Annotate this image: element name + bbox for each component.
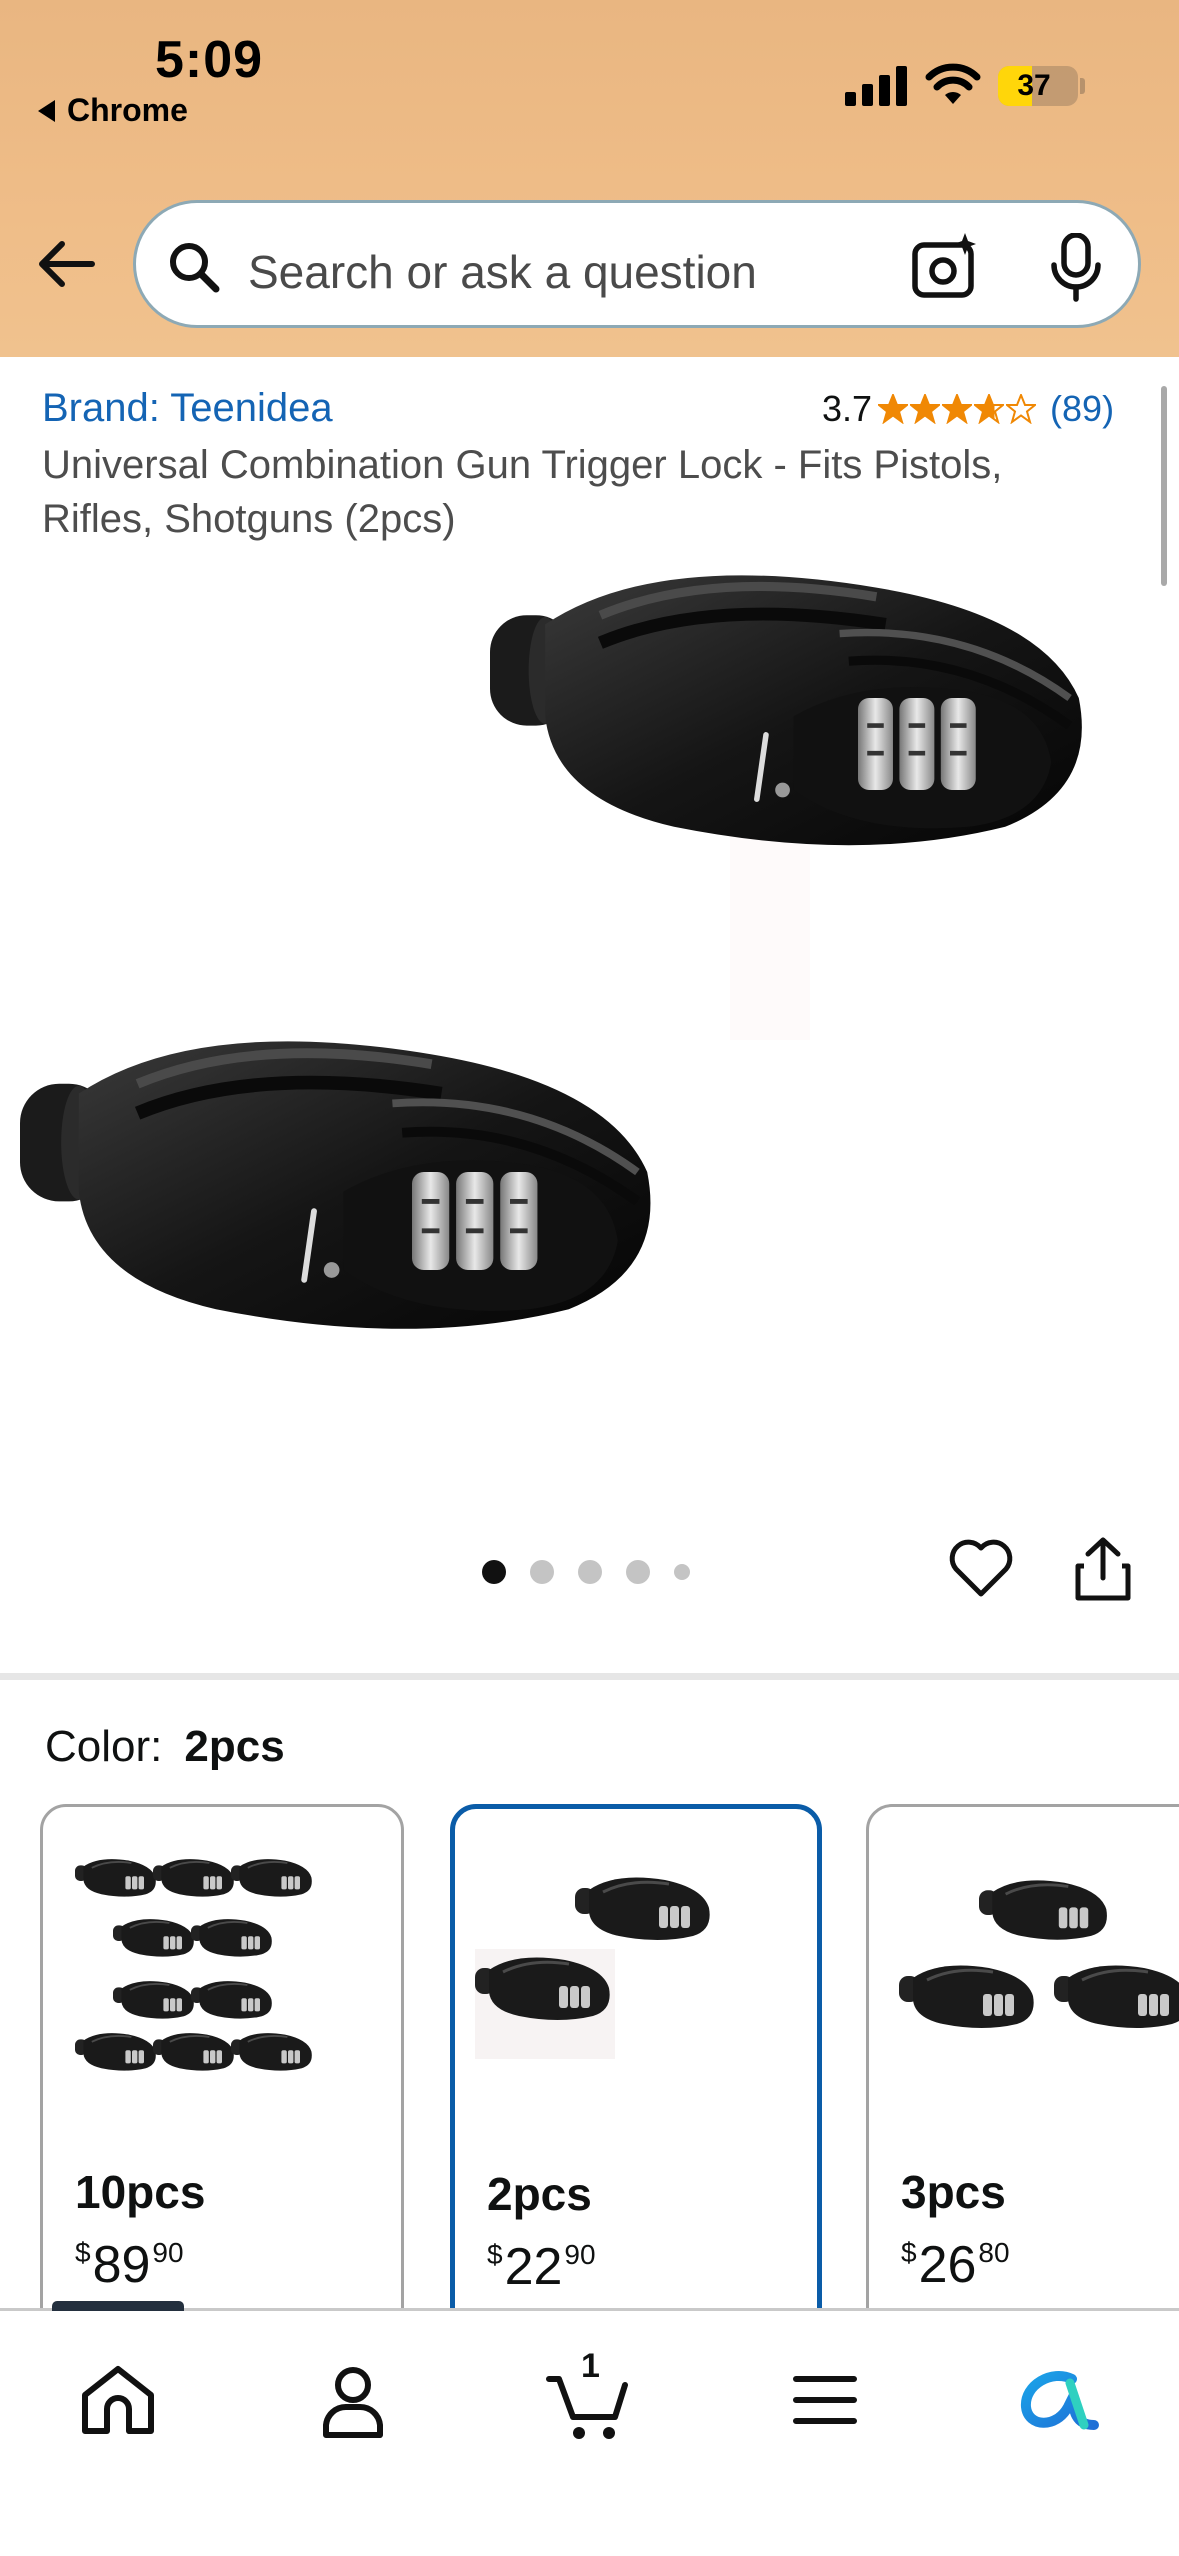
search-bar[interactable]: Search or ask a question [133,200,1141,328]
carousel-dot[interactable] [626,1560,650,1584]
cart-count: 1 [581,2347,600,2385]
lock-thumbnail [575,1877,710,1940]
variant-image [899,1880,1179,2028]
home-icon[interactable] [73,2355,163,2445]
price-currency: $ [75,2237,91,2268]
price-dollars: 89 [92,2236,151,2294]
variant-option-2pcs[interactable]: 2pcs $2290 [450,1804,822,2364]
back-to-app-link[interactable]: Chrome [38,92,188,129]
back-triangle-icon [38,100,55,122]
color-label-text: Color: [45,1722,163,1771]
price-currency: $ [901,2237,917,2268]
star-icon [942,394,973,424]
variant-price: $2290 [487,2237,596,2297]
price-currency: $ [487,2239,503,2270]
star-icon [1006,394,1037,424]
variant-name: 3pcs [901,2166,1006,2218]
lock-thumbnail [75,1859,156,1897]
carousel-dot[interactable] [530,1560,554,1584]
section-divider [0,1673,1179,1680]
lock-thumbnail [113,1919,194,1957]
color-selector-label: Color: 2pcs [45,1722,285,1772]
variant-option-3pcs[interactable]: 3pcs $2680 [866,1804,1179,2364]
variant-name: 2pcs [487,2168,592,2220]
price-dollars: 26 [918,2236,977,2294]
lock-thumbnail [153,1859,234,1897]
lock-thumbnail [231,2033,312,2071]
product-title: Universal Combination Gun Trigger Lock -… [42,443,1003,541]
variant-option-10pcs[interactable]: 10pcs $8990 [40,1804,404,2364]
back-arrow-icon[interactable] [34,232,98,296]
carousel-dot[interactable] [674,1564,690,1580]
variant-image [75,1859,312,2071]
cart-button[interactable]: 1 [545,2347,635,2445]
star-icon [974,394,1005,424]
active-tab-indicator [52,2301,184,2311]
star-icon [878,394,909,424]
bottom-navigation: 1 [0,2301,1179,2556]
lock-thumbnail [899,1965,1034,2028]
menu-icon[interactable] [780,2355,870,2445]
variant-price: $2680 [901,2235,1010,2295]
rating-value: 3.7 [822,388,873,429]
lock-thumbnail [153,2033,234,2071]
lock-thumbnail [191,1981,272,2019]
app-header: 5:09 Chrome 37 Search or ask a question [0,0,1179,357]
rating-count-link[interactable]: (89) [1050,388,1114,430]
product-rating[interactable]: 3.7 (89) [822,386,1114,432]
battery-indicator: 37 [998,66,1078,106]
star-rating [878,394,1038,424]
lock-thumbnail [979,1880,1107,1940]
back-app-label: Chrome [67,92,188,128]
cellular-signal-icon [845,66,907,106]
variant-price: $8990 [75,2235,184,2295]
variant-name: 10pcs [75,2166,206,2218]
lock-thumbnail [113,1981,194,2019]
price-dollars: 22 [504,2238,563,2296]
carousel-dot[interactable] [482,1560,506,1584]
brand-link[interactable]: Brand: Teenidea [42,386,333,431]
image-carousel-dots[interactable] [482,1560,714,1584]
search-icon [170,243,220,293]
battery-cap [1080,78,1085,94]
price-cents: 90 [564,2239,596,2270]
wifi-icon [925,63,981,104]
product-image[interactable] [0,555,1179,1490]
selected-color: 2pcs [184,1722,285,1771]
search-input[interactable]: Search or ask a question [248,245,757,299]
battery-percent: 37 [1017,69,1051,102]
lock-thumbnail [191,1919,272,1957]
microphone-icon[interactable] [1048,233,1104,303]
account-icon[interactable] [308,2355,398,2445]
price-cents: 80 [978,2237,1010,2268]
lock-thumbnail [1054,1965,1179,2028]
share-icon[interactable] [1070,1534,1136,1604]
lock-thumbnail [231,1859,312,1897]
carousel-dot[interactable] [578,1560,602,1584]
rufus-icon[interactable] [1012,2355,1102,2445]
lock-thumbnail [75,2033,156,2071]
status-time: 5:09 [155,31,264,89]
variant-image [475,1877,710,2059]
camera-search-icon[interactable] [911,231,981,301]
price-cents: 90 [152,2237,184,2268]
heart-icon[interactable] [948,1536,1014,1602]
star-icon [910,394,941,424]
